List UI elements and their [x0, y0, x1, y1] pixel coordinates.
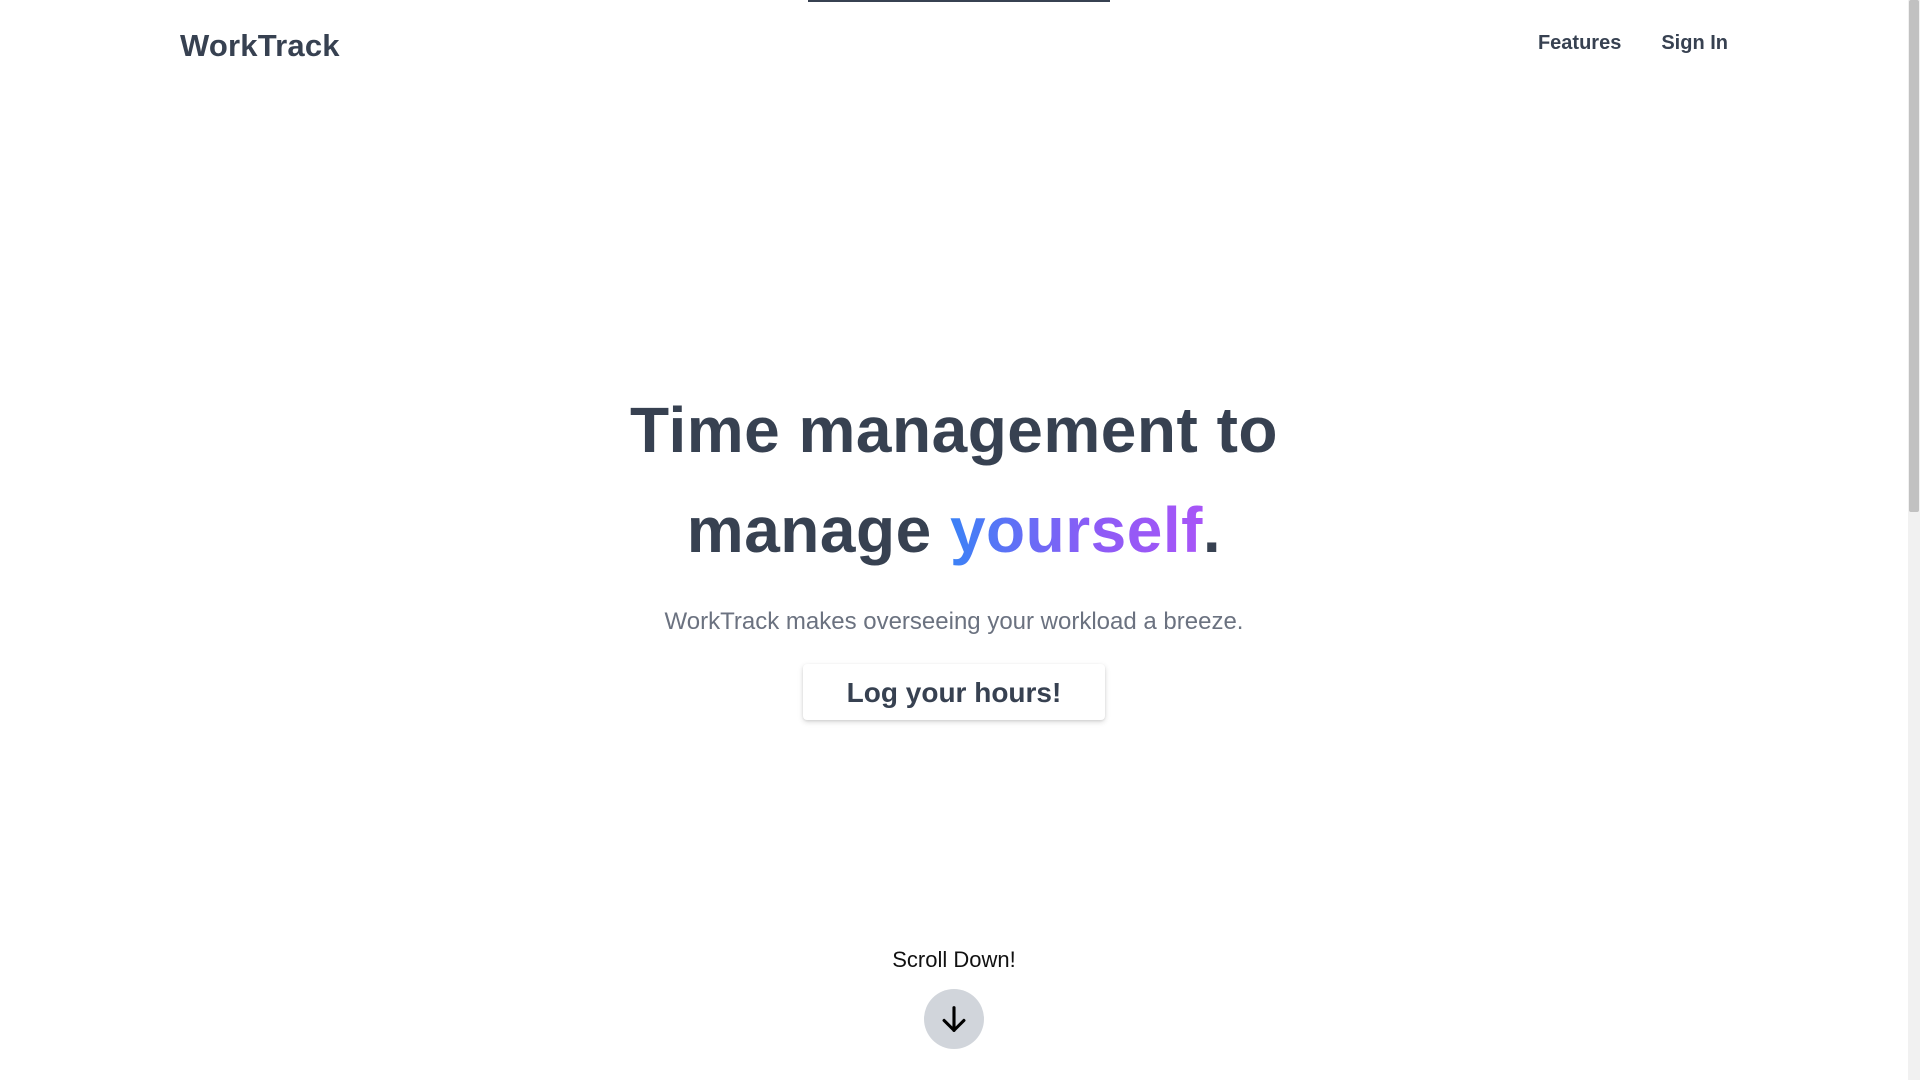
arrow-down-icon: [942, 1006, 966, 1032]
brand-logo[interactable]: WorkTrack: [180, 28, 340, 64]
landing-page: WorkTrack Features Sign In Time manageme…: [0, 0, 1920, 1080]
headline-highlight: yourself: [949, 494, 1203, 566]
scroll-down-section: Scroll Down!: [0, 945, 1908, 1049]
hero-subtitle: WorkTrack makes overseeing your workload…: [664, 608, 1244, 635]
site-header: WorkTrack Features Sign In: [0, 0, 1908, 90]
hero-section: Time management to manage yourself. Work…: [0, 380, 1908, 720]
log-hours-button[interactable]: Log your hours!: [803, 664, 1105, 720]
headline-line-1: Time management to: [630, 394, 1278, 466]
headline-line-2-prefix: manage: [686, 494, 950, 566]
headline-suffix: .: [1202, 494, 1222, 566]
hero-headline: Time management to manage yourself.: [0, 380, 1908, 580]
nav-sign-in-link[interactable]: Sign In: [1661, 32, 1728, 55]
page-scrollbar[interactable]: [1908, 0, 1920, 1080]
main-nav: Features Sign In: [1538, 32, 1728, 55]
scrollbar-thumb[interactable]: [1909, 0, 1919, 512]
scroll-down-button[interactable]: [924, 989, 984, 1049]
scroll-down-label: Scroll Down!: [892, 947, 1016, 972]
nav-features-link[interactable]: Features: [1538, 32, 1621, 55]
